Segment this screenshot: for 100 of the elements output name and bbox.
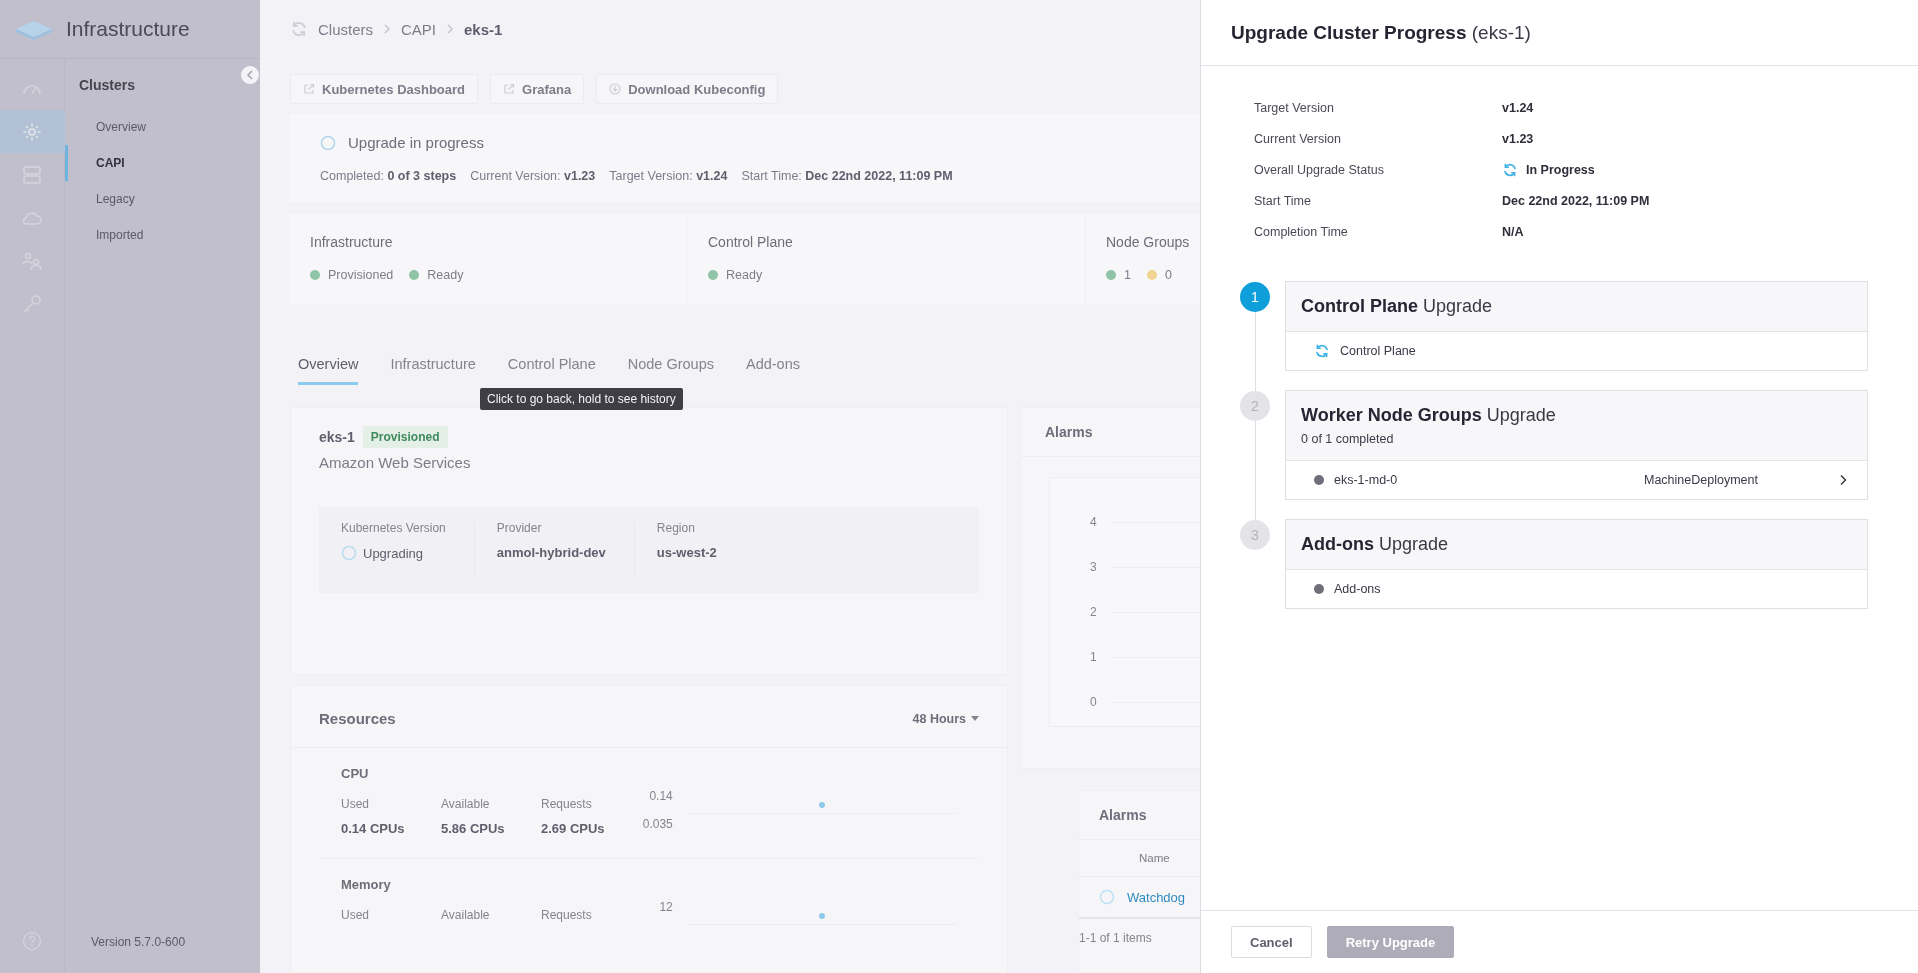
upgrade-stat: Start Time: Dec 22nd 2022, 11:09 PM — [741, 169, 953, 183]
axis-label: 0 — [1090, 695, 1098, 709]
detail-value: Dec 22nd 2022, 11:09 PM — [1502, 193, 1650, 208]
chevron-right-icon[interactable] — [1839, 474, 1847, 486]
action-button[interactable]: Download Kubeconfig — [596, 74, 779, 104]
upgrade-stat: Target Version: v1.24 — [609, 169, 728, 183]
status-label: 1 — [1124, 268, 1131, 282]
cluster-name: eks-1 — [319, 429, 355, 445]
metric-label: Used — [341, 908, 370, 922]
field-value: Upgrading — [363, 545, 423, 561]
metric-value: 0.14 CPUs — [341, 821, 406, 836]
detail-value: v1.24 — [1502, 100, 1534, 115]
metric-label: Used — [341, 797, 370, 811]
field-value: us-west-2 — [656, 545, 717, 560]
version-label: Version 5.7.0-600 — [91, 935, 186, 949]
chevron-left-icon — [246, 70, 254, 80]
status-label: Provisioned — [328, 268, 394, 282]
action-button[interactable]: Grafana — [490, 74, 585, 104]
step-summary: 0 of 1 completed — [1301, 432, 1395, 446]
status-ring-icon — [1099, 889, 1115, 905]
tab[interactable]: Infrastructure — [390, 356, 476, 385]
axis-label: 3 — [1090, 560, 1098, 574]
nav-item[interactable]: Legacy — [65, 181, 260, 217]
step-title: Control Plane Upgrade — [1301, 296, 1494, 317]
pagination-label: 1-1 of 1 items — [1079, 930, 1153, 945]
drawer-title: Upgrade Cluster Progress (eks-1) — [1231, 21, 1531, 44]
data-point-icon — [818, 802, 825, 808]
app-title: Infrastructure — [66, 17, 190, 41]
collapse-sidebar-button[interactable] — [241, 66, 259, 84]
spinner-icon — [320, 134, 336, 151]
status-label: Ready — [427, 268, 464, 282]
alarm-link[interactable]: Watchdog — [1127, 889, 1186, 905]
metric-value: 5.86 CPUs — [441, 821, 506, 836]
tooltip: Click to go back, hold to see history — [480, 388, 683, 410]
pending-dot — [1314, 475, 1324, 485]
step-title: Worker Node Groups Upgrade — [1301, 405, 1557, 426]
field-value: anmol-hybrid-dev — [496, 545, 606, 560]
metric-label: Requests — [541, 797, 593, 811]
logo-icon — [14, 18, 54, 40]
axis-label: 12 — [659, 900, 673, 914]
sync-icon — [1502, 161, 1518, 178]
metric-label: Available — [441, 908, 491, 922]
tab[interactable]: Add-ons — [745, 356, 800, 385]
detail-label: Overall Upgrade Status — [1254, 161, 1385, 179]
chevron-right-icon — [446, 23, 455, 35]
breadcrumb-item[interactable]: CAPI — [401, 20, 437, 38]
detail-value: v1.23 — [1502, 131, 1534, 146]
pending-dot — [1314, 584, 1324, 594]
field-label: Provider — [496, 521, 543, 535]
action-button[interactable]: Kubernetes Dashboard — [290, 74, 479, 104]
detail-value: N/A — [1502, 224, 1524, 239]
axis-label: 1 — [1090, 650, 1098, 664]
status-card-title: Control Plane — [708, 234, 794, 250]
status-label: 0 — [1164, 268, 1172, 282]
detail-label: Completion Time — [1254, 223, 1349, 241]
tab[interactable]: Node Groups — [627, 356, 714, 385]
upgrade-stat: Completed: 0 of 3 steps — [320, 169, 457, 183]
step-item-label: eks-1-md-0 — [1334, 473, 1399, 487]
download-icon — [609, 83, 622, 95]
step-item-label: Add-ons — [1334, 582, 1382, 596]
step-title: Add-ons Upgrade — [1301, 534, 1450, 555]
field-label: Region — [656, 521, 696, 535]
axis-label: 0.035 — [642, 817, 673, 831]
status-label: Ready — [726, 268, 763, 282]
resources-title: Resources — [319, 710, 396, 727]
rail-item[interactable] — [0, 110, 65, 153]
detail-value: In Progress — [1526, 162, 1595, 177]
field-label: Kubernetes Version — [341, 521, 446, 535]
provider-name: Amazon Web Services — [319, 454, 472, 471]
status-badge: Provisioned — [362, 426, 448, 448]
detail-label: Start Time — [1254, 192, 1312, 210]
status-card-title: Infrastructure — [310, 234, 394, 250]
resource-title: CPU — [341, 766, 370, 781]
spinner-icon — [341, 545, 357, 561]
footer-button[interactable]: Cancel — [1231, 926, 1312, 958]
data-point-icon — [818, 913, 825, 919]
axis-label: 4 — [1090, 515, 1098, 529]
breadcrumb-item: eks-1 — [464, 20, 503, 38]
metric-label: Requests — [541, 908, 593, 922]
axis-label: 2 — [1090, 605, 1098, 619]
breadcrumb-item[interactable]: Clusters — [318, 20, 373, 38]
metric-label: Available — [441, 797, 491, 811]
step-number: 1 — [1240, 282, 1270, 312]
external-link-icon — [303, 83, 315, 95]
upgrade-stat: Current Version: v1.23 — [470, 169, 596, 183]
detail-label: Target Version — [1254, 99, 1335, 117]
tab[interactable]: Overview — [298, 356, 359, 385]
chevron-right-icon — [383, 23, 391, 35]
step-item-type: MachineDeployment — [1644, 473, 1759, 487]
external-link-icon — [503, 83, 516, 95]
nav-item[interactable]: Imported — [65, 217, 260, 253]
status-card-title: Node Groups — [1106, 234, 1191, 250]
nav-item[interactable]: Overview — [65, 109, 260, 145]
resource-title: Memory — [341, 877, 392, 892]
sync-icon — [1314, 343, 1330, 359]
banner-title: Upgrade in progress — [348, 134, 484, 151]
range-dropdown[interactable]: 48 Hours — [912, 711, 979, 726]
caret-icon — [971, 716, 979, 721]
detail-label: Current Version — [1254, 130, 1342, 148]
tab[interactable]: Control Plane — [507, 356, 596, 385]
